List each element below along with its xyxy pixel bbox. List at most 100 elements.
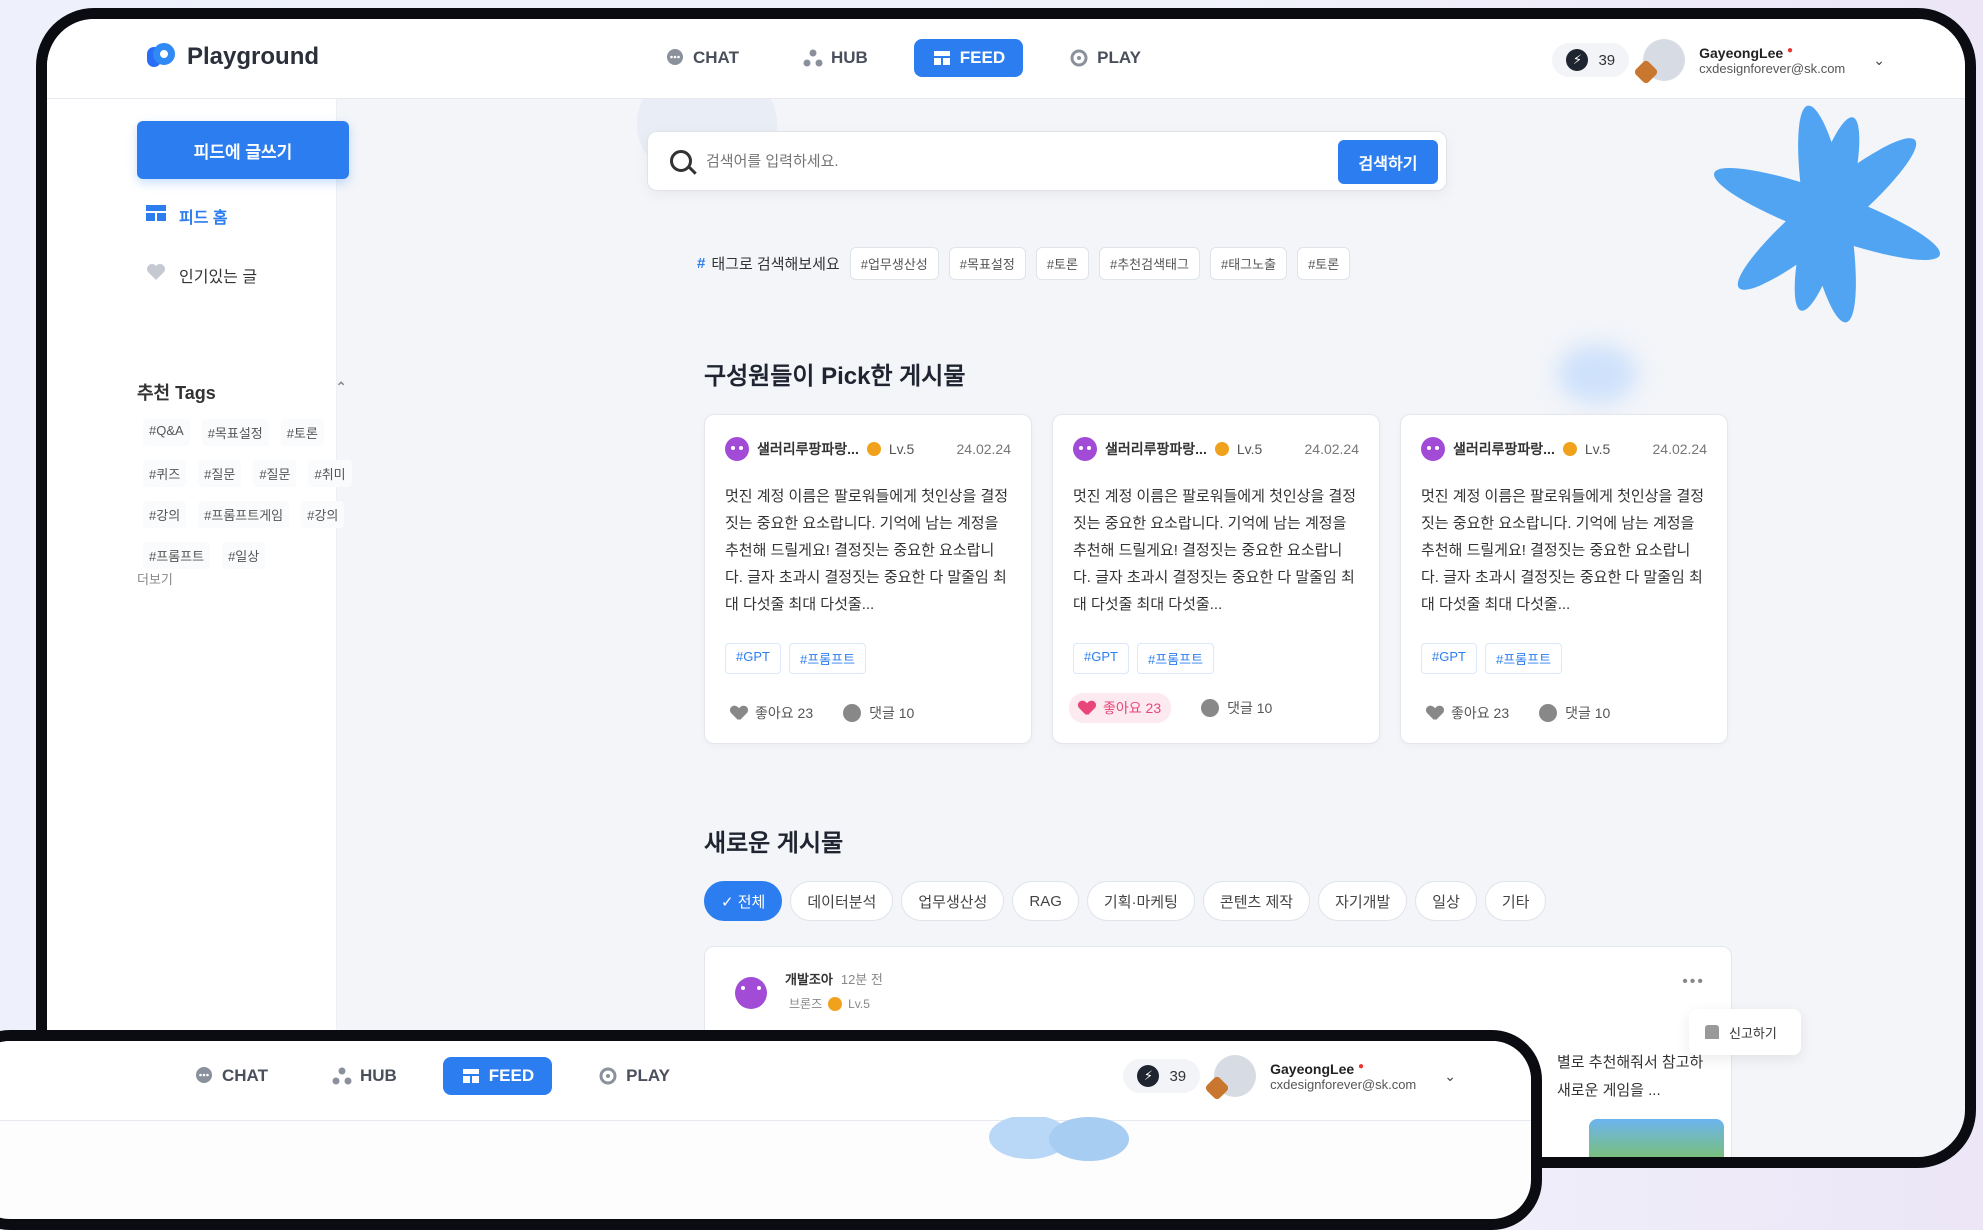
like-button[interactable]: 좋아요 23 — [731, 703, 813, 723]
user-name: GayeongLee — [1699, 44, 1784, 61]
tag-chip[interactable]: #토론 — [280, 419, 324, 446]
front-nav-play-label: PLAY — [626, 1066, 670, 1085]
filter-chip[interactable]: 일상 — [1415, 881, 1477, 921]
comment-button[interactable]: 댓글 10 — [1539, 703, 1610, 723]
front-nav-feed[interactable]: FEED — [442, 1057, 553, 1095]
comment-icon — [1539, 704, 1558, 722]
filter-chip[interactable]: 자기개발 — [1318, 881, 1408, 921]
tag-chip[interactable]: #강의 — [301, 501, 345, 528]
post-rank: 브론즈 — [789, 997, 823, 1011]
user-email: cxdesignforever@sk.com — [1270, 1076, 1417, 1092]
card-body: 멋진 계정 이름은 팔로워들에게 첫인상을 결정짓는 중요한 요소랍니다. 기억… — [1073, 488, 1357, 613]
tag-chip[interactable]: #질문 — [198, 460, 242, 487]
filter-chip[interactable]: RAG — [1012, 881, 1079, 921]
chevron-down-icon[interactable]: ⌄ — [1873, 52, 1885, 69]
like-button[interactable]: 좋아요 23 — [1069, 693, 1172, 723]
tag-chip[interactable]: #Q&A — [143, 419, 190, 446]
filter-chip[interactable]: 기타 — [1484, 881, 1547, 921]
filter-chip[interactable]: 콘텐츠 제작 — [1202, 881, 1311, 921]
nav-feed[interactable]: FEED — [913, 39, 1024, 77]
report-menu[interactable]: 신고하기 — [1689, 1009, 1801, 1055]
tag-chip[interactable]: #일상 — [222, 542, 266, 569]
card-tag[interactable]: #GPT — [1073, 643, 1129, 674]
tag-search-chip[interactable]: #업무생산성 — [849, 247, 939, 280]
card-tag[interactable]: #프롬프트 — [1136, 643, 1215, 674]
front-user-area: ⚡ 39 GayeongLee ● cxdesignforever@sk.com… — [1123, 1055, 1456, 1101]
comment-button[interactable]: 댓글 10 — [843, 703, 914, 723]
post-thumbnail[interactable] — [1589, 1119, 1724, 1157]
more-options-icon[interactable]: ••• — [1682, 973, 1705, 991]
more-tags-link[interactable]: 더보기 — [137, 569, 173, 588]
card-tag[interactable]: #프롬프트 — [788, 643, 867, 674]
points-badge[interactable]: ⚡ 39 — [1123, 1059, 1201, 1093]
user-info: GayeongLee ● cxdesignforever@sk.com — [1699, 45, 1845, 76]
pick-card[interactable]: 샐러리루팡파랑... Lv.5 24.02.24 멋진 계정 이름은 팔로워들에… — [1400, 414, 1728, 744]
user-name: GayeongLee — [1270, 1060, 1355, 1077]
rank-badge-icon — [1204, 1075, 1230, 1101]
sidebar-item-popular[interactable]: 인기있는 글 — [145, 262, 257, 287]
logo[interactable]: Playground — [147, 41, 319, 73]
sidebar-item-feed-home[interactable]: 피드 홈 — [145, 203, 228, 228]
avatar[interactable] — [1633, 39, 1686, 85]
tag-search-chip[interactable]: #추천검색태그 — [1098, 247, 1200, 280]
tag-search-chip[interactable]: #토론 — [1035, 247, 1089, 280]
new-posts-title: 새로운 게시물 — [704, 830, 844, 857]
report-label: 신고하기 — [1729, 1025, 1777, 1041]
nav-hub[interactable]: HUB — [785, 39, 886, 77]
avatar[interactable] — [1204, 1055, 1257, 1101]
filter-chip[interactable]: 기획·마케팅 — [1086, 881, 1195, 921]
picks-cards: 샐러리루팡파랑... Lv.5 24.02.24 멋진 계정 이름은 팔로워들에… — [704, 414, 1728, 744]
recommended-tags-title: 추천 Tags — [137, 383, 216, 403]
tag-search-chip[interactable]: #목표설정 — [948, 247, 1026, 280]
front-nav-play[interactable]: PLAY — [580, 1057, 688, 1095]
nav-chat[interactable]: CHAT — [647, 39, 757, 77]
write-feed-button[interactable]: 피드에 글쓰기 — [137, 121, 349, 179]
chevron-down-icon[interactable]: ⌄ — [1444, 1068, 1456, 1085]
post-snippet-line: 새로운 게임을 ... — [1557, 1082, 1661, 1099]
like-button[interactable]: 좋아요 23 — [1427, 703, 1509, 723]
play-icon — [598, 1066, 618, 1086]
front-nav-chat[interactable]: CHAT — [176, 1057, 286, 1095]
pick-card[interactable]: 샐러리루팡파랑... Lv.5 24.02.24 멋진 계정 이름은 팔로워들에… — [704, 414, 1032, 744]
post-author: 개발조아 — [785, 972, 833, 987]
search-input[interactable] — [704, 146, 1304, 176]
feed-home-icon — [145, 203, 167, 228]
tag-chip[interactable]: #프롬프트 — [143, 542, 211, 569]
front-nav-feed-label: FEED — [488, 1066, 535, 1085]
tag-chip[interactable]: #질문 — [253, 460, 297, 487]
card-tags: #GPT #프롬프트 — [725, 643, 867, 674]
tag-chip[interactable]: #퀴즈 — [143, 460, 187, 487]
user-email: cxdesignforever@sk.com — [1699, 60, 1846, 76]
front-nav-hub[interactable]: HUB — [314, 1057, 415, 1095]
filter-all[interactable]: ✓ 전체 — [704, 881, 783, 921]
search-button[interactable]: 검색하기 — [1338, 140, 1438, 184]
card-tag[interactable]: #프롬프트 — [1484, 643, 1563, 674]
comment-count: 댓글 10 — [869, 705, 915, 721]
card-tag[interactable]: #GPT — [1421, 643, 1477, 674]
tag-chip[interactable]: #강의 — [143, 501, 187, 528]
nav-play[interactable]: PLAY — [1051, 39, 1159, 77]
tag-chip[interactable]: #목표설정 — [201, 419, 269, 446]
filter-chip[interactable]: 데이터분석 — [790, 881, 894, 921]
card-date: 24.02.24 — [1304, 441, 1360, 457]
filter-chip[interactable]: 업무생산성 — [901, 881, 1005, 921]
user-area: ⚡ 39 GayeongLee ● cxdesignforever@sk.com… — [1552, 39, 1885, 85]
points-badge[interactable]: ⚡ 39 — [1552, 43, 1630, 77]
nav-feed-label: FEED — [959, 48, 1006, 67]
tag-chip[interactable]: #취미 — [308, 460, 352, 487]
card-header: 샐러리루팡파랑... Lv.5 24.02.24 — [725, 437, 1011, 461]
like-count: 좋아요 23 — [755, 705, 814, 721]
tag-chip[interactable]: #프롬프트게임 — [198, 501, 290, 528]
tag-search-chip[interactable]: #태그노출 — [1209, 247, 1288, 280]
recommended-tags-header[interactable]: 추천 Tags ⌃ — [137, 379, 347, 405]
devil-emoji-icon — [1421, 437, 1445, 461]
tag-search-chip[interactable]: #토론 — [1297, 247, 1351, 280]
card-tag[interactable]: #GPT — [725, 643, 781, 674]
sidebar: 피드에 글쓰기 피드 홈 인기있는 글 추천 Tags ⌃ #Q&A #목표설정… — [47, 99, 352, 1157]
comment-icon — [843, 704, 862, 722]
card-body: 멋진 계정 이름은 팔로워들에게 첫인상을 결정짓는 중요한 요소랍니다. 기억… — [725, 488, 1009, 613]
foreground-window: CHAT HUB FEED PLAY ⚡ 39 GayeongLee ● cxd… — [0, 1030, 1542, 1230]
comment-button[interactable]: 댓글 10 — [1201, 698, 1272, 718]
picks-title: 구성원들이 Pick한 게시물 — [704, 363, 966, 390]
pick-card[interactable]: 샐러리루팡파랑... Lv.5 24.02.24 멋진 계정 이름은 팔로워들에… — [1052, 414, 1380, 744]
